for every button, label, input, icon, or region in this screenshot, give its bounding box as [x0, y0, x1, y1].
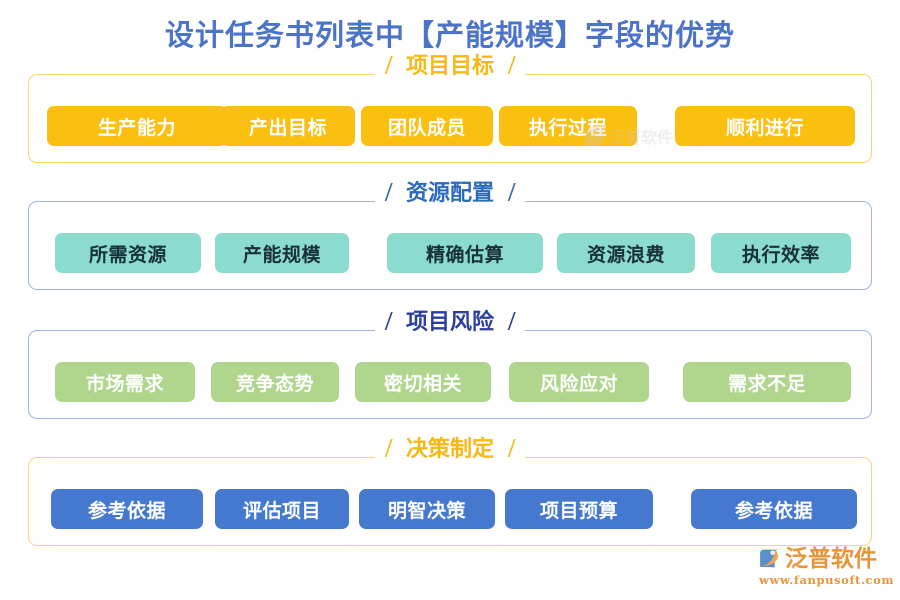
pill-item[interactable]: 精确估算 — [387, 233, 543, 273]
pill-item[interactable]: 项目预算 — [505, 489, 653, 529]
logo-wordmark: 泛普软件 — [785, 545, 877, 572]
logo-url: www.fanpusoft.com — [759, 573, 895, 587]
slash-left-icon: / — [384, 436, 393, 461]
pill-item[interactable]: 参考依据 — [51, 489, 203, 529]
pill-row: 参考依据 评估项目 明智决策 项目预算 参考依据 — [29, 458, 871, 545]
pill-item[interactable]: 评估项目 — [215, 489, 349, 529]
section-header: / 项目风险 / — [29, 309, 871, 335]
section-project-goals: / 项目目标 / 生产能力 产出目标 团队成员 执行过程 顺利进行 — [28, 53, 872, 163]
slash-right-icon: / — [507, 180, 516, 205]
slash-left-icon: / — [384, 180, 393, 205]
pill-item[interactable]: 产能规模 — [215, 233, 349, 273]
pill-item[interactable]: 产出目标 — [221, 106, 355, 146]
section-resource-allocation: / 资源配置 / 所需资源 产能规模 精确估算 资源浪费 执行效率 — [28, 180, 872, 290]
section-title: 资源配置 — [405, 180, 494, 206]
pill-row: 所需资源 产能规模 精确估算 资源浪费 执行效率 — [29, 202, 871, 289]
section-title: 项目风险 — [405, 309, 494, 335]
pill-item[interactable]: 生产能力 — [47, 106, 227, 146]
pill-item[interactable]: 团队成员 — [361, 106, 493, 146]
slash-left-icon: / — [384, 53, 393, 78]
infographic-page: 设计任务书列表中【产能规模】字段的优势 / 项目目标 / 生产能力 产出目标 团… — [0, 0, 900, 600]
pill-row: 市场需求 竞争态势 密切相关 风险应对 需求不足 — [29, 331, 871, 418]
pill-item[interactable]: 竞争态势 — [211, 362, 339, 402]
slash-left-icon: / — [384, 309, 393, 334]
pill-item[interactable]: 资源浪费 — [557, 233, 695, 273]
pill-item[interactable]: 明智决策 — [359, 489, 495, 529]
section-decision-making: / 决策制定 / 参考依据 评估项目 明智决策 项目预算 参考依据 — [28, 436, 872, 546]
section-title: 决策制定 — [405, 436, 494, 462]
slash-right-icon: / — [507, 436, 516, 461]
pill-item[interactable]: 市场需求 — [55, 362, 195, 402]
section-project-risk: / 项目风险 / 市场需求 竞争态势 密切相关 风险应对 需求不足 — [28, 309, 872, 419]
pill-item[interactable]: 参考依据 — [691, 489, 857, 529]
pill-item[interactable]: 需求不足 — [683, 362, 851, 402]
pill-item[interactable]: 密切相关 — [355, 362, 491, 402]
slash-right-icon: / — [507, 53, 516, 78]
brand-logo: 泛普软件 www.fanpusoft.com — [757, 545, 895, 592]
pill-item[interactable]: 风险应对 — [509, 362, 649, 402]
section-title: 项目目标 — [405, 53, 494, 79]
section-header: / 资源配置 / — [29, 180, 871, 206]
pill-item[interactable]: 执行过程 — [499, 106, 637, 146]
section-header: / 决策制定 / — [29, 436, 871, 462]
pill-item[interactable]: 执行效率 — [711, 233, 851, 273]
page-title: 设计任务书列表中【产能规模】字段的优势 — [164, 18, 735, 52]
fanpu-logo-icon — [760, 549, 779, 568]
pill-row: 生产能力 产出目标 团队成员 执行过程 顺利进行 — [29, 75, 871, 162]
section-header: / 项目目标 / — [29, 53, 871, 79]
pill-item[interactable]: 所需资源 — [55, 233, 201, 273]
pill-item[interactable]: 顺利进行 — [675, 106, 855, 146]
slash-right-icon: / — [507, 309, 516, 334]
